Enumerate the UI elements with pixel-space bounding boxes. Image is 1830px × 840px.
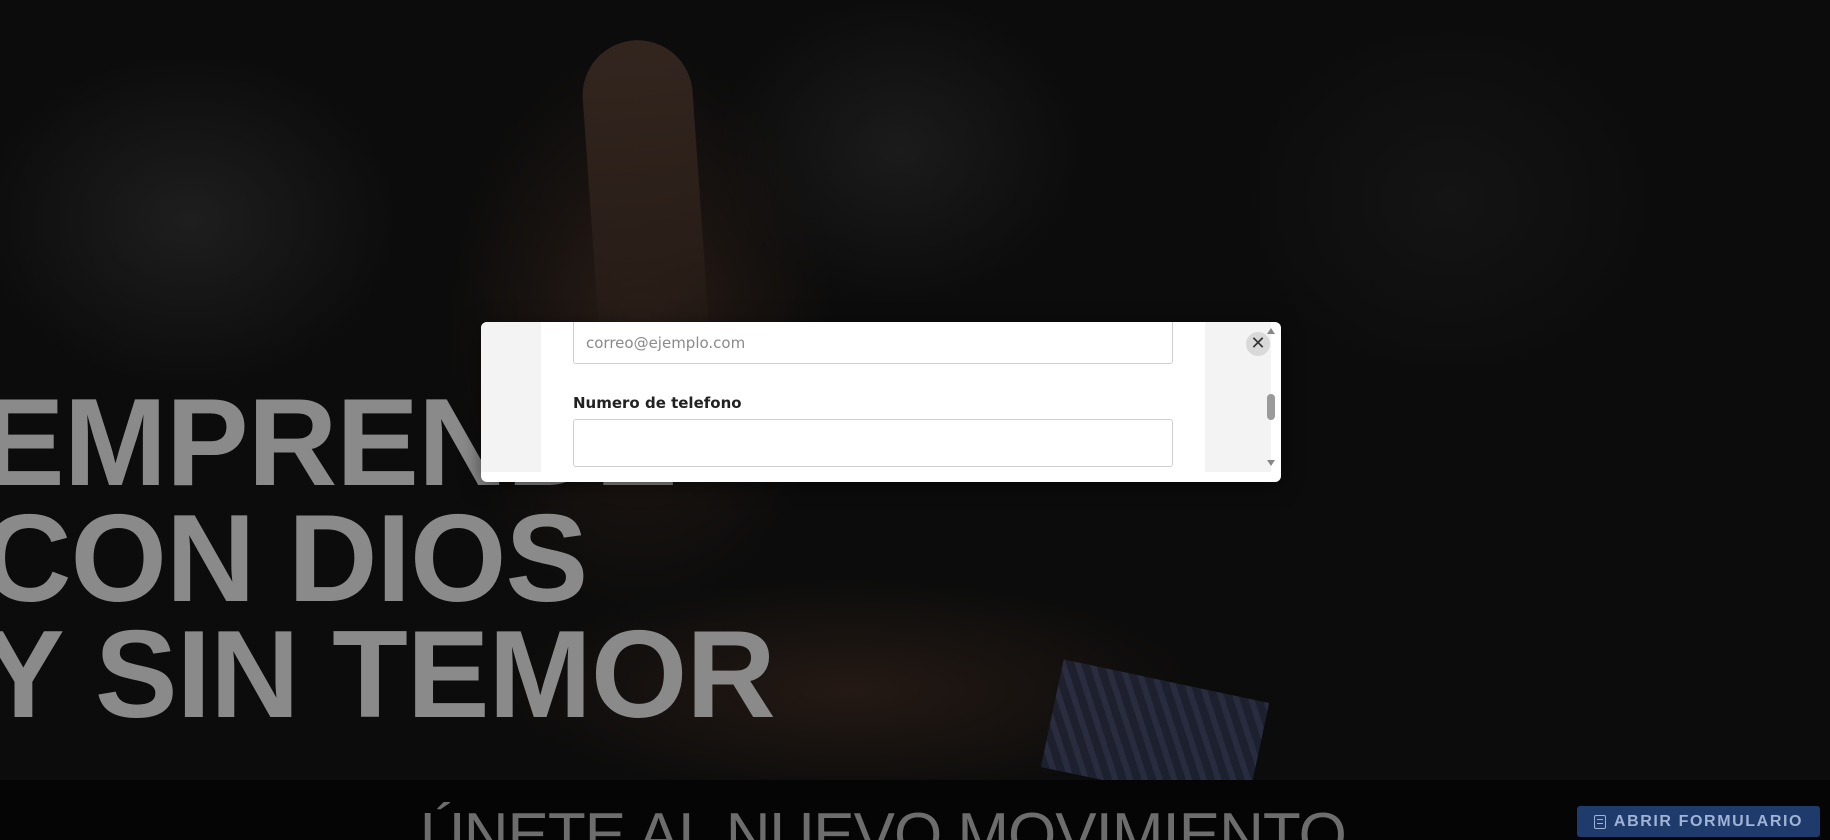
sleeve-pattern-image [1040, 659, 1270, 780]
hero-title-line-2: CON DIOS [0, 490, 588, 628]
phone-field[interactable] [573, 419, 1173, 467]
modal-scroll-area[interactable]: Numero de telefono [481, 322, 1271, 472]
section-subheading: ÚNETE AL NUEVO MOVIMIENTO [420, 801, 1347, 840]
scroll-up-arrow-icon[interactable] [1267, 328, 1275, 334]
phone-field-label: Numero de telefono [573, 394, 742, 412]
scrollbar-thumb[interactable] [1267, 394, 1275, 420]
form-modal: Numero de telefono [481, 322, 1281, 482]
hero-title-line-3: Y SIN TEMOR [0, 606, 776, 744]
close-button[interactable]: ✕ [1246, 332, 1270, 356]
open-form-button[interactable]: ABRIR FORMULARIO [1577, 806, 1820, 837]
open-form-label: ABRIR FORMULARIO [1613, 812, 1804, 830]
email-field[interactable] [573, 322, 1173, 364]
form-icon [1593, 814, 1606, 829]
raised-hand-image [578, 36, 712, 364]
scroll-down-arrow-icon[interactable] [1267, 460, 1275, 466]
close-icon: ✕ [1250, 333, 1266, 354]
form-sheet: Numero de telefono [541, 322, 1205, 472]
